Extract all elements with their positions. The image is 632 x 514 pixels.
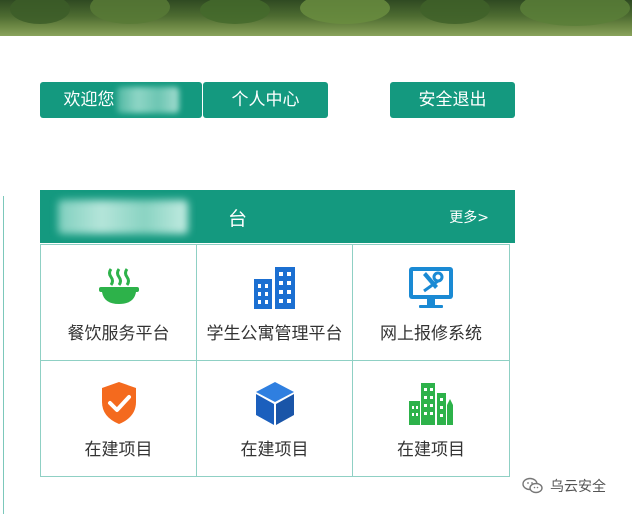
food-bowl-icon	[98, 268, 139, 304]
repair-monitor-icon	[409, 267, 453, 308]
username-redacted	[116, 87, 179, 113]
logout-button[interactable]: 安全退出	[390, 82, 515, 118]
tile-label: 餐饮服务平台	[67, 324, 170, 344]
tile-project-1[interactable]: 在建项目	[41, 360, 197, 476]
tile-label: 学生公寓管理平台	[206, 324, 343, 344]
personal-center-label: 个人中心	[231, 90, 300, 110]
tile-label: 在建项目	[84, 439, 153, 460]
tile-project-2[interactable]: 在建项目	[197, 360, 353, 476]
tile-food-service[interactable]: 餐饮服务平台	[41, 245, 197, 361]
watermark: 乌云安全	[522, 476, 606, 496]
buildings-icon	[253, 267, 295, 309]
more-link[interactable]: 更多>	[449, 207, 489, 227]
welcome-button[interactable]: 欢迎您	[40, 82, 202, 118]
left-panel-border	[3, 196, 4, 514]
cube-icon	[255, 381, 294, 425]
tile-project-3[interactable]: 在建项目	[353, 361, 509, 477]
top-banner-image	[0, 0, 632, 36]
shield-check-icon	[101, 381, 136, 424]
platform-panel-header: 台 更多>	[40, 190, 515, 243]
tile-label: 网上报修系统	[380, 324, 482, 344]
tile-dormitory-management[interactable]: 学生公寓管理平台	[197, 245, 353, 361]
city-buildings-icon	[409, 382, 453, 425]
watermark-text: 乌云安全	[550, 479, 606, 495]
wechat-icon	[522, 477, 543, 494]
logout-label: 安全退出	[418, 90, 487, 110]
tile-label: 在建项目	[397, 439, 465, 460]
tile-online-repair[interactable]: 网上报修系统	[353, 245, 509, 361]
tile-label: 在建项目	[240, 439, 309, 460]
platform-grid: 餐饮服务平台 学生公寓管理平台 网上报修系统 在建项目 在建项目 在建项目	[40, 244, 510, 477]
personal-center-button[interactable]: 个人中心	[203, 82, 328, 118]
panel-title-redacted	[58, 200, 188, 234]
panel-title: 台	[228, 208, 248, 230]
welcome-label: 欢迎您	[63, 90, 115, 110]
